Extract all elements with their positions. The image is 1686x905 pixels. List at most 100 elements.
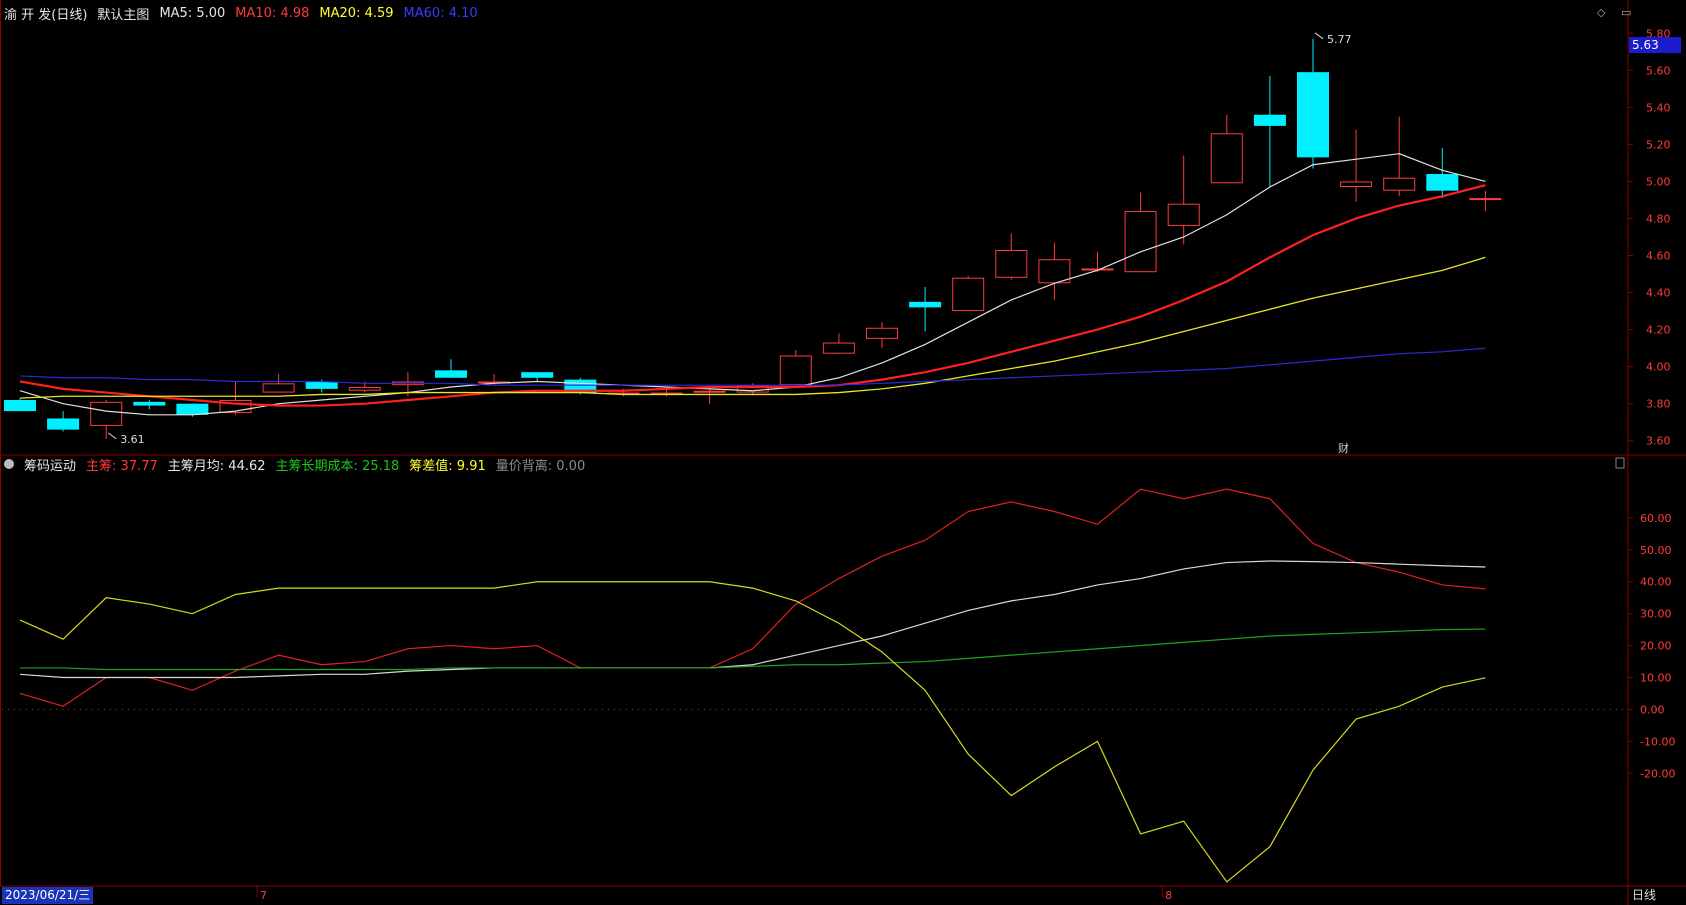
sub-axis-tick-label: 40.00: [1640, 576, 1672, 589]
ma20-value: 4.59: [364, 5, 394, 21]
candle-body: [779, 355, 812, 386]
candle-body: [1210, 133, 1243, 184]
candle-body: [693, 390, 726, 393]
cursor-date-label: 2023/06/21/三: [2, 887, 94, 904]
candle-body: [1340, 181, 1373, 187]
candle-body: [435, 370, 467, 378]
candle-body: [1297, 72, 1329, 158]
financial-report-marker[interactable]: 财: [1338, 440, 1349, 456]
sub-chart-title-bar: 筹码运动 主筹: 37.77 主筹月均: 44.62 主筹长期成本: 25.18…: [4, 455, 585, 474]
ma60-readout: MA60: 4.10: [404, 6, 478, 21]
ma5-value: 5.00: [196, 5, 226, 21]
sub-line-1: [19, 560, 1486, 679]
ma-line-ma10: [19, 184, 1486, 407]
price-axis-tick-label: 5.60: [1646, 64, 1671, 77]
ma5-readout: MA5: 5.00: [159, 6, 225, 21]
vol-divergence-value: 0.00: [556, 458, 586, 474]
ma20-readout: MA20: 4.59: [319, 6, 393, 21]
ma10-readout: MA10: 4.98: [235, 6, 309, 21]
month-avg-value: 44.62: [228, 458, 266, 474]
candle-body: [822, 342, 855, 354]
month-avg-readout: 主筹月均: 44.62: [168, 455, 266, 474]
ma60-value: 4.10: [448, 5, 478, 21]
candle-body: [952, 277, 985, 312]
price-axis-tick-label: 4.20: [1646, 324, 1671, 337]
window-control-icons[interactable]: ◇ ▭: [1597, 6, 1637, 19]
price-axis-tick-label: 5.40: [1646, 101, 1671, 114]
candle-body: [995, 249, 1028, 278]
candle-body: [348, 387, 381, 391]
extreme-pointer: [107, 432, 117, 440]
main-chip-label: 主筹:: [86, 458, 117, 474]
long-cost-value: 25.18: [362, 458, 400, 474]
price-axis-tick-label: 5.00: [1646, 175, 1671, 188]
chip-diff-readout: 筹差值: 9.91: [409, 455, 485, 474]
candle-body: [176, 403, 209, 415]
sub-panel-toggle-icon: [1615, 457, 1625, 469]
ma5-label: MA5:: [159, 5, 193, 21]
ma-line-ma60: [19, 347, 1486, 386]
candle-body: [866, 327, 898, 339]
ma-line-ma20: [19, 256, 1486, 399]
candle-body: [47, 418, 80, 430]
price-axis-tick-label: 4.80: [1646, 212, 1671, 225]
sub-axis-tick-label: 50.00: [1640, 544, 1672, 557]
candle-body: [262, 383, 295, 393]
sub-line-3: [19, 581, 1486, 883]
sub-axis-tick-label: 20.00: [1640, 640, 1672, 653]
sub-axis-tick-label: 60.00: [1640, 512, 1672, 525]
ma20-label: MA20:: [319, 5, 361, 21]
long-cost-label: 主筹长期成本:: [275, 458, 358, 474]
sub-axis-tick-label: 30.00: [1640, 608, 1672, 621]
candle-body: [1253, 114, 1286, 126]
price-axis-tick-label: 5.20: [1646, 138, 1671, 151]
extreme-value-label: 5.77: [1327, 33, 1352, 46]
stock-name[interactable]: 渝 开 发(日线): [4, 4, 87, 23]
period-label[interactable]: 日线: [1632, 887, 1656, 904]
ma60-label: MA60:: [403, 5, 445, 21]
sub-axis-tick-label: -10.00: [1640, 735, 1675, 748]
sub-axis-tick-label: 10.00: [1640, 672, 1672, 685]
ma10-label: MA10:: [235, 5, 277, 21]
ma-line-ma5: [19, 153, 1486, 416]
candle-body: [4, 399, 36, 412]
long-cost-readout: 主筹长期成本: 25.18: [276, 455, 400, 474]
price-axis-tick-label: 4.40: [1646, 287, 1671, 300]
sub-axis-tick-label: 0.00: [1640, 703, 1665, 716]
candle-body: [1167, 203, 1200, 226]
month-avg-label: 主筹月均:: [167, 458, 225, 474]
candle-body: [1469, 198, 1502, 201]
extreme-value-label: 3.61: [120, 433, 145, 446]
ma10-value: 4.98: [280, 5, 310, 21]
candle-body: [1383, 177, 1416, 191]
time-axis-tick-label: 8: [1165, 889, 1172, 902]
time-axis-tick-label: 7: [260, 889, 267, 902]
extreme-pointer: [1314, 32, 1324, 40]
indicator-name[interactable]: 默认主图: [97, 4, 149, 23]
price-axis-tick-label: 4.00: [1646, 361, 1671, 374]
candle-body: [90, 401, 123, 426]
candle-body: [305, 381, 338, 389]
price-axis-tick-label: 4.60: [1646, 250, 1671, 263]
chip-diff-label: 筹差值:: [409, 458, 453, 474]
main-chip-value: 37.77: [120, 458, 158, 474]
candle-body: [1038, 259, 1071, 284]
candle-body: [521, 372, 554, 378]
chart-canvas[interactable]: 5.805.605.405.205.004.804.604.404.204.00…: [0, 0, 1686, 905]
candle-body: [1426, 174, 1459, 191]
sub-axis-tick-label: -20.00: [1640, 767, 1675, 780]
price-axis-tick-label: 3.60: [1646, 435, 1671, 448]
main-chip-readout: 主筹: 37.77: [86, 455, 158, 474]
candle-body: [1124, 211, 1157, 273]
price-axis-tick-label: 3.80: [1646, 398, 1671, 411]
chip-diff-value: 9.91: [456, 458, 486, 474]
sub-line-0: [19, 488, 1486, 707]
settings-dot-icon[interactable]: [4, 459, 14, 469]
main-chart-title-bar: 渝 开 发(日线) 默认主图 MA5: 5.00 MA10: 4.98 MA20…: [4, 4, 478, 23]
candle-body: [909, 301, 942, 308]
last-price-tag: 5.63: [1629, 37, 1681, 53]
vol-divergence-readout: 量价背离: 0.00: [496, 455, 585, 474]
candle-body: [133, 401, 166, 406]
vol-divergence-label: 量价背离:: [495, 458, 553, 474]
sub-indicator-name[interactable]: 筹码运动: [24, 455, 76, 474]
